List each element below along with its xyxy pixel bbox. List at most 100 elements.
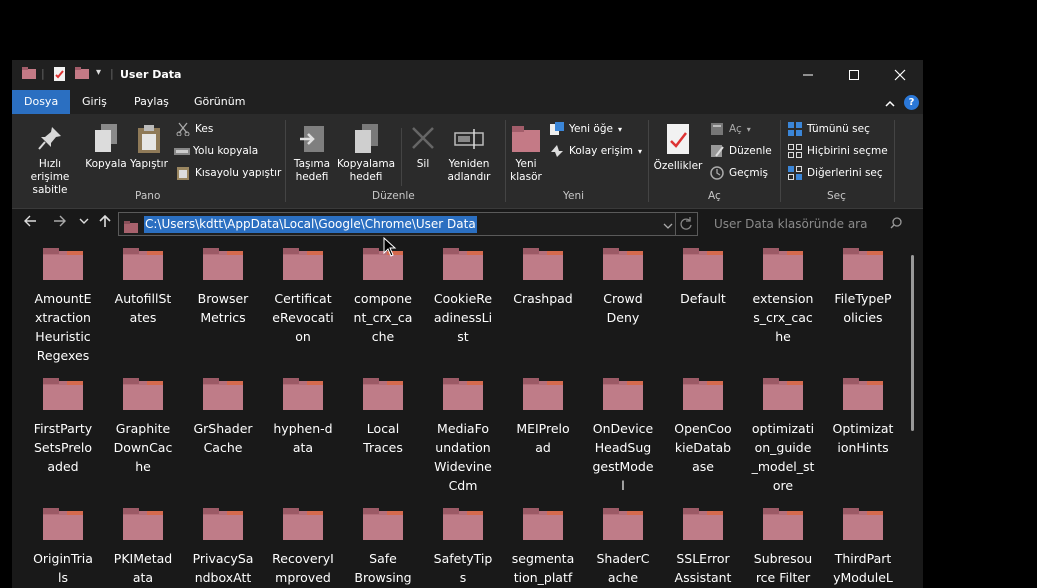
folder-item[interactable]: PKIMetad ata bbox=[103, 508, 183, 587]
folder-item[interactable]: Crashpad bbox=[503, 248, 583, 308]
up-button[interactable] bbox=[98, 214, 112, 232]
tab-file[interactable]: Dosya bbox=[12, 90, 71, 114]
group-label-clipboard: Pano bbox=[135, 190, 161, 202]
folder-item[interactable]: Optimizat ionHints bbox=[823, 378, 903, 457]
folder-item[interactable]: Subresou rce Filter bbox=[743, 508, 823, 587]
copy-to-button[interactable]: Kopyalama hedefi bbox=[334, 124, 398, 184]
properties-button[interactable]: Özellikler bbox=[652, 124, 704, 173]
copy-label: Kopyala bbox=[85, 158, 127, 170]
copy-path-button[interactable]: Yolu kopyala bbox=[174, 144, 258, 158]
copy-path-label: Yolu kopyala bbox=[193, 145, 259, 157]
search-icon bbox=[890, 217, 902, 232]
edit-button[interactable]: Düzenle bbox=[710, 144, 772, 158]
move-to-button[interactable]: Taşıma hedefi bbox=[290, 124, 334, 184]
folder-item[interactable]: ShaderC ache bbox=[583, 508, 663, 587]
scissors-icon bbox=[176, 122, 190, 137]
back-button[interactable] bbox=[23, 214, 37, 232]
folder-name: MediaFo undation Widevine Cdm bbox=[423, 419, 503, 495]
collapse-ribbon-icon[interactable] bbox=[884, 95, 896, 114]
invert-selection-icon bbox=[788, 166, 802, 180]
folder-item[interactable]: MEIPrelo ad bbox=[503, 378, 583, 457]
folder-item[interactable]: GrShader Cache bbox=[183, 378, 263, 457]
folder-item[interactable]: Browser Metrics bbox=[183, 248, 263, 327]
folder-item[interactable]: hyphen-d ata bbox=[263, 378, 343, 457]
select-none-button[interactable]: Hiçbirini seçme bbox=[788, 144, 888, 158]
folder-name-line: Traces bbox=[363, 440, 403, 455]
folder-item[interactable]: Crowd Deny bbox=[583, 248, 663, 327]
paste-shortcut-button[interactable]: Kısayolu yapıştır bbox=[176, 166, 281, 180]
folder-item[interactable]: CookieRe adinessLi st bbox=[423, 248, 503, 346]
folder-name-line: Widevine bbox=[434, 459, 492, 474]
folder-item[interactable]: SSLError Assistant bbox=[663, 508, 743, 587]
qa-customize-icon[interactable]: ▾ bbox=[96, 67, 101, 83]
easy-access-button[interactable]: Kolay erişim ▾ bbox=[550, 144, 642, 158]
new-folder-qa-icon[interactable] bbox=[75, 67, 89, 83]
tab-share[interactable]: Paylaş bbox=[122, 90, 181, 114]
ribbon-divider bbox=[780, 120, 781, 202]
paste-button[interactable]: Yapıştır bbox=[128, 124, 170, 171]
folder-item[interactable]: segmenta tion_platf bbox=[503, 508, 583, 587]
select-all-button[interactable]: Tümünü seç bbox=[788, 122, 870, 136]
tab-view[interactable]: Görünüm bbox=[182, 90, 257, 114]
folder-item[interactable]: OnDevice HeadSug gestMode l bbox=[583, 378, 663, 495]
arrow-up-icon bbox=[99, 214, 111, 227]
copy-button[interactable]: Kopyala bbox=[84, 124, 128, 171]
search-input[interactable]: User Data klasöründe ara bbox=[714, 217, 867, 231]
folder-item[interactable]: Safe Browsing bbox=[343, 508, 423, 587]
delete-button[interactable]: Sil bbox=[408, 124, 438, 171]
new-item-button[interactable]: Yeni öğe ▾ bbox=[550, 122, 622, 136]
search-box[interactable]: User Data klasöründe ara bbox=[702, 212, 908, 236]
tab-home[interactable]: Giriş bbox=[70, 90, 119, 114]
properties-qa-icon[interactable] bbox=[53, 67, 67, 83]
address-path[interactable]: C:\Users\kdtt\AppData\Local\Google\Chrom… bbox=[144, 216, 477, 233]
close-button[interactable] bbox=[877, 60, 923, 90]
vertical-scrollbar[interactable] bbox=[911, 255, 914, 431]
copy-to-label: Kopyalama hedefi bbox=[336, 158, 396, 183]
folder-item[interactable]: extension s_crx_cac he bbox=[743, 248, 823, 346]
new-folder-button[interactable]: Yeni klasör bbox=[508, 124, 544, 184]
folder-item[interactable]: Local Traces bbox=[343, 378, 423, 457]
forward-button[interactable] bbox=[53, 214, 67, 232]
folder-name: ShaderC ache bbox=[583, 549, 663, 587]
folder-item[interactable]: OpenCoo kieDatab ase bbox=[663, 378, 743, 476]
folder-name-line: hyphen-d bbox=[273, 421, 333, 436]
pin-quick-access-button[interactable]: Hızlı erişime sabitle bbox=[18, 124, 82, 197]
folder-item[interactable]: optimizati on_guide _model_st ore bbox=[743, 378, 823, 495]
address-dropdown-icon[interactable] bbox=[663, 217, 673, 236]
folder-item[interactable]: AutofillSt ates bbox=[103, 248, 183, 327]
ribbon-divider bbox=[401, 128, 402, 186]
refresh-button[interactable] bbox=[676, 212, 698, 236]
folder-item[interactable]: compone nt_crx_ca che bbox=[343, 248, 423, 346]
folder-name-line: Regexes bbox=[36, 348, 90, 363]
recent-locations-button[interactable] bbox=[78, 214, 90, 232]
folder-item[interactable]: FirstParty SetsPrelo aded bbox=[23, 378, 103, 476]
open-button[interactable]: Aç ▾ bbox=[710, 122, 751, 136]
mouse-cursor-icon bbox=[383, 237, 397, 257]
folder-item[interactable]: PrivacySa ndboxAtt bbox=[183, 508, 263, 587]
folder-name-line: ThirdPart bbox=[834, 551, 892, 566]
folder-item[interactable]: Certificat eRevocati on bbox=[263, 248, 343, 346]
history-button[interactable]: Geçmiş bbox=[710, 166, 768, 180]
folder-item[interactable]: RecoveryI mproved bbox=[263, 508, 343, 587]
minimize-button[interactable] bbox=[785, 60, 831, 90]
folder-item[interactable]: ThirdPart yModuleL bbox=[823, 508, 903, 587]
folder-item[interactable]: Default bbox=[663, 248, 743, 308]
cut-button[interactable]: Kes bbox=[176, 122, 214, 137]
invert-selection-button[interactable]: Diğerlerini seç bbox=[788, 166, 883, 180]
rename-button[interactable]: Yeniden adlandır bbox=[442, 124, 496, 184]
folder-item[interactable]: MediaFo undation Widevine Cdm bbox=[423, 378, 503, 495]
folder-name-line: AutofillSt bbox=[114, 291, 172, 306]
folder-item[interactable]: Graphite DownCac he bbox=[103, 378, 183, 476]
arrow-left-icon bbox=[24, 215, 36, 227]
folder-item[interactable]: SafetyTip s bbox=[423, 508, 503, 587]
help-icon[interactable]: ? bbox=[904, 95, 919, 110]
ribbon-divider bbox=[894, 120, 895, 202]
maximize-button[interactable] bbox=[831, 60, 877, 90]
folder-item[interactable]: OriginTria ls bbox=[23, 508, 103, 587]
folder-name-line: on_guide bbox=[754, 440, 812, 455]
folder-item[interactable]: FileTypeP olicies bbox=[823, 248, 903, 327]
folder-name-line: _model_st bbox=[751, 459, 815, 474]
folder-item[interactable]: AmountE xtraction Heuristic Regexes bbox=[23, 248, 103, 365]
address-bar[interactable]: C:\Users\kdtt\AppData\Local\Google\Chrom… bbox=[118, 212, 676, 236]
cut-label: Kes bbox=[195, 123, 214, 135]
